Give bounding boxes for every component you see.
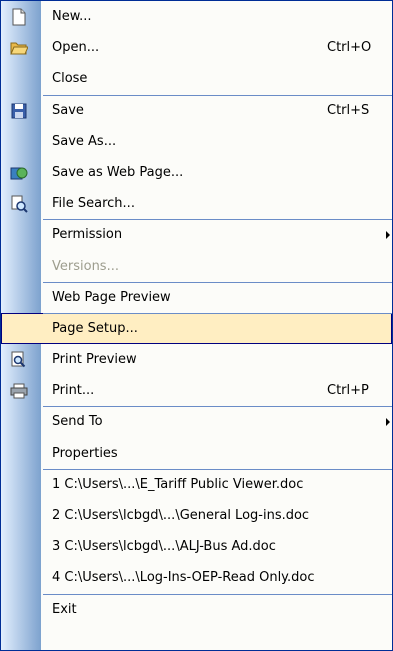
menu-item-label: Send To bbox=[52, 414, 103, 430]
menu-item-shortcut: Ctrl+S bbox=[327, 102, 370, 118]
menu-item-label: Print... bbox=[52, 383, 95, 399]
menu-item-file-search[interactable]: File Search... bbox=[1, 188, 392, 219]
menu-item-save[interactable]: Save Ctrl+S bbox=[1, 94, 392, 126]
menu-item-label: 2 C:\Users\lcbgd\...\General Log-ins.doc bbox=[52, 508, 310, 523]
save-web-page-icon bbox=[10, 164, 28, 182]
menu-item-recent-file-3[interactable]: 3 C:\Users\lcbgd\...\ALJ-Bus Ad.doc bbox=[1, 531, 392, 562]
new-document-icon bbox=[10, 8, 28, 26]
menu-item-page-setup[interactable]: Page Setup... bbox=[1, 312, 392, 345]
menu-item-close[interactable]: Close bbox=[1, 63, 392, 94]
print-preview-icon bbox=[10, 351, 28, 369]
menu-item-web-page-preview[interactable]: Web Page Preview bbox=[1, 281, 392, 313]
menu-item-label: 3 C:\Users\lcbgd\...\ALJ-Bus Ad.doc bbox=[52, 539, 276, 555]
menu-item-label: Properties bbox=[52, 445, 118, 461]
open-folder-icon bbox=[10, 39, 28, 57]
file-menu: New... Open... Ctrl+O Close Save Ctrl+S … bbox=[0, 0, 393, 651]
menu-item-versions: Versions... bbox=[1, 251, 392, 282]
menu-item-exit[interactable]: Exit bbox=[1, 593, 392, 625]
menu-item-label: Close bbox=[52, 71, 88, 87]
menu-item-label: File Search... bbox=[52, 196, 135, 212]
printer-icon bbox=[10, 382, 28, 400]
menu-item-new[interactable]: New... bbox=[1, 1, 392, 32]
menu-item-label: New... bbox=[52, 9, 92, 24]
menu-item-label: Save As... bbox=[52, 133, 117, 149]
menu-item-label: Save as Web Page... bbox=[52, 164, 184, 180]
menu-item-print[interactable]: Print... Ctrl+P bbox=[1, 375, 392, 406]
menu-item-print-preview[interactable]: Print Preview bbox=[1, 344, 392, 375]
menu-item-save-as[interactable]: Save As... bbox=[1, 126, 392, 157]
menu-item-recent-file-1[interactable]: 1 C:\Users\...\E_Tariff Public Viewer.do… bbox=[1, 468, 392, 500]
menu-item-shortcut: Ctrl+O bbox=[327, 40, 372, 56]
menu-item-permission[interactable]: Permission bbox=[1, 219, 392, 250]
menu-item-label: Open... bbox=[52, 40, 100, 56]
menu-item-label: Versions... bbox=[52, 258, 119, 274]
file-search-icon bbox=[10, 195, 28, 213]
menu-item-save-as-web-page[interactable]: Save as Web Page... bbox=[1, 157, 392, 188]
menu-item-open[interactable]: Open... Ctrl+O bbox=[1, 32, 392, 63]
menu-item-label: Save bbox=[52, 102, 84, 118]
menu-item-label: 4 C:\Users\...\Log-Ins-OEP-Read Only.doc bbox=[52, 570, 315, 586]
menu-item-label: 1 C:\Users\...\E_Tariff Public Viewer.do… bbox=[52, 476, 304, 492]
menu-item-label: Print Preview bbox=[52, 352, 137, 368]
menu-item-shortcut: Ctrl+P bbox=[327, 383, 369, 399]
menu-item-label: Exit bbox=[52, 601, 77, 617]
menu-item-label: Page Setup... bbox=[52, 320, 138, 336]
menu-item-recent-file-2[interactable]: 2 C:\Users\lcbgd\...\General Log-ins.doc bbox=[1, 500, 392, 531]
submenu-arrow-icon bbox=[386, 231, 390, 240]
save-floppy-icon bbox=[10, 102, 28, 120]
menu-item-send-to[interactable]: Send To bbox=[1, 406, 392, 437]
menu-item-properties[interactable]: Properties bbox=[1, 438, 392, 469]
menu-item-label: Permission bbox=[52, 227, 123, 243]
menu-item-label: Web Page Preview bbox=[52, 289, 171, 305]
menu-item-recent-file-4[interactable]: 4 C:\Users\...\Log-Ins-OEP-Read Only.doc bbox=[1, 562, 392, 593]
submenu-arrow-icon bbox=[386, 418, 390, 427]
